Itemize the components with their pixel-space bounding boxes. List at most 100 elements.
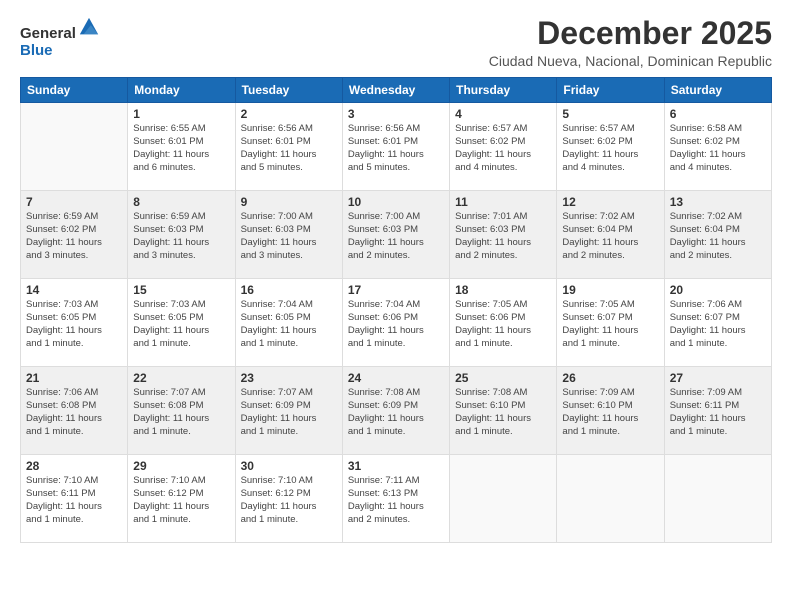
- calendar-day-cell: 28Sunrise: 7:10 AM Sunset: 6:11 PM Dayli…: [21, 455, 128, 543]
- day-info: Sunrise: 7:02 AM Sunset: 6:04 PM Dayligh…: [562, 211, 658, 262]
- calendar-day-cell: 16 Sunrise: 7:04 AM Sunset: 6:05 PM Dayli…: [235, 279, 342, 367]
- page-container: General Blue December 2025 Ciudad Nueva,…: [0, 0, 792, 553]
- day-number: 14: [26, 283, 122, 297]
- day-info: Sunrise: 6:58 AM Sunset: 6:02 PM Dayligh…: [670, 123, 766, 174]
- day-info: Sunrise: 6:57 AM Sunset: 6:02 PM Dayligh…: [455, 123, 551, 174]
- day-number: 25: [455, 371, 551, 385]
- day-number: 16: [241, 283, 337, 297]
- calendar-day-cell: 5 Sunrise: 6:57 AM Sunset: 6:02 PM Daylig…: [557, 103, 664, 191]
- day-info: Sunrise: 7:10 AM Sunset: 6:12 PM Dayligh…: [241, 475, 337, 526]
- day-info: Sunrise: 7:05 AM Sunset: 6:06 PM Dayligh…: [455, 299, 551, 350]
- day-info: Sunrise: 7:11 AM Sunset: 6:13 PM Dayligh…: [348, 475, 444, 526]
- day-number: 31: [348, 459, 444, 473]
- day-info: Sunrise: 6:57 AM Sunset: 6:02 PM Dayligh…: [562, 123, 658, 174]
- day-info: Sunrise: 7:10 AM Sunset: 6:11 PM Dayligh…: [26, 475, 122, 526]
- day-number: 26: [562, 371, 658, 385]
- calendar-header-saturday: Saturday: [664, 78, 771, 103]
- calendar-header-wednesday: Wednesday: [342, 78, 449, 103]
- calendar-header-thursday: Thursday: [450, 78, 557, 103]
- calendar-day-cell: 4 Sunrise: 6:57 AM Sunset: 6:02 PM Daylig…: [450, 103, 557, 191]
- calendar-day-cell: 24 Sunrise: 7:08 AM Sunset: 6:09 PM Dayli…: [342, 367, 449, 455]
- day-info: Sunrise: 6:55 AM Sunset: 6:01 PM Dayligh…: [133, 123, 229, 174]
- title-section: December 2025 Ciudad Nueva, Nacional, Do…: [489, 16, 772, 69]
- day-number: 27: [670, 371, 766, 385]
- day-info: Sunrise: 7:09 AM Sunset: 6:10 PM Dayligh…: [562, 387, 658, 438]
- calendar-day-cell: 31 Sunrise: 7:11 AM Sunset: 6:13 PM Dayli…: [342, 455, 449, 543]
- day-info: Sunrise: 6:59 AM Sunset: 6:03 PM Dayligh…: [133, 211, 229, 262]
- calendar-day-cell: 7 Sunrise: 6:59 AM Sunset: 6:02 PM Daylig…: [21, 191, 128, 279]
- calendar-header-row: SundayMondayTuesdayWednesdayThursdayFrid…: [21, 78, 772, 103]
- calendar-day-cell: 3 Sunrise: 6:56 AM Sunset: 6:01 PM Daylig…: [342, 103, 449, 191]
- calendar-day-cell: 11 Sunrise: 7:01 AM Sunset: 6:03 PM Dayli…: [450, 191, 557, 279]
- day-info: Sunrise: 7:07 AM Sunset: 6:08 PM Dayligh…: [133, 387, 229, 438]
- calendar-day-cell: 21 Sunrise: 7:06 AM Sunset: 6:08 PM Dayli…: [21, 367, 128, 455]
- calendar-week-row: 14 Sunrise: 7:03 AM Sunset: 6:05 PM Dayli…: [21, 279, 772, 367]
- calendar-day-cell: 18 Sunrise: 7:05 AM Sunset: 6:06 PM Dayli…: [450, 279, 557, 367]
- day-number: 3: [348, 107, 444, 121]
- day-info: Sunrise: 7:03 AM Sunset: 6:05 PM Dayligh…: [26, 299, 122, 350]
- day-info: Sunrise: 7:10 AM Sunset: 6:12 PM Dayligh…: [133, 475, 229, 526]
- day-info: Sunrise: 7:08 AM Sunset: 6:09 PM Dayligh…: [348, 387, 444, 438]
- calendar-day-cell: 9Sunrise: 7:00 AM Sunset: 6:03 PM Daylig…: [235, 191, 342, 279]
- header-row: General Blue December 2025 Ciudad Nueva,…: [20, 16, 772, 69]
- logo: General Blue: [20, 16, 100, 59]
- calendar-day-cell: 26 Sunrise: 7:09 AM Sunset: 6:10 PM Dayli…: [557, 367, 664, 455]
- calendar-day-cell: 14 Sunrise: 7:03 AM Sunset: 6:05 PM Dayli…: [21, 279, 128, 367]
- day-info: Sunrise: 7:00 AM Sunset: 6:03 PM Dayligh…: [241, 211, 337, 262]
- day-number: 22: [133, 371, 229, 385]
- day-number: 20: [670, 283, 766, 297]
- calendar-day-cell: 10Sunrise: 7:00 AM Sunset: 6:03 PM Dayli…: [342, 191, 449, 279]
- day-number: 4: [455, 107, 551, 121]
- calendar-table: SundayMondayTuesdayWednesdayThursdayFrid…: [20, 77, 772, 543]
- day-number: 29: [133, 459, 229, 473]
- calendar-week-row: 7 Sunrise: 6:59 AM Sunset: 6:02 PM Daylig…: [21, 191, 772, 279]
- month-title: December 2025: [489, 16, 772, 51]
- day-number: 19: [562, 283, 658, 297]
- calendar-day-cell: 8 Sunrise: 6:59 AM Sunset: 6:03 PM Daylig…: [128, 191, 235, 279]
- calendar-day-cell: 12 Sunrise: 7:02 AM Sunset: 6:04 PM Dayli…: [557, 191, 664, 279]
- calendar-day-cell: 22 Sunrise: 7:07 AM Sunset: 6:08 PM Dayli…: [128, 367, 235, 455]
- day-number: 8: [133, 195, 229, 209]
- day-number: 7: [26, 195, 122, 209]
- calendar-day-cell: 2Sunrise: 6:56 AM Sunset: 6:01 PM Daylig…: [235, 103, 342, 191]
- calendar-day-cell: [21, 103, 128, 191]
- day-number: 18: [455, 283, 551, 297]
- day-info: Sunrise: 7:09 AM Sunset: 6:11 PM Dayligh…: [670, 387, 766, 438]
- day-info: Sunrise: 7:00 AM Sunset: 6:03 PM Dayligh…: [348, 211, 444, 262]
- calendar-day-cell: 17 Sunrise: 7:04 AM Sunset: 6:06 PM Dayli…: [342, 279, 449, 367]
- day-info: Sunrise: 7:04 AM Sunset: 6:06 PM Dayligh…: [348, 299, 444, 350]
- day-info: Sunrise: 7:07 AM Sunset: 6:09 PM Dayligh…: [241, 387, 337, 438]
- calendar-day-cell: 27 Sunrise: 7:09 AM Sunset: 6:11 PM Dayli…: [664, 367, 771, 455]
- logo-icon: [78, 16, 100, 38]
- day-info: Sunrise: 7:02 AM Sunset: 6:04 PM Dayligh…: [670, 211, 766, 262]
- calendar-header-sunday: Sunday: [21, 78, 128, 103]
- calendar-header-friday: Friday: [557, 78, 664, 103]
- calendar-day-cell: [664, 455, 771, 543]
- day-info: Sunrise: 7:06 AM Sunset: 6:07 PM Dayligh…: [670, 299, 766, 350]
- day-info: Sunrise: 6:59 AM Sunset: 6:02 PM Dayligh…: [26, 211, 122, 262]
- calendar-day-cell: 30 Sunrise: 7:10 AM Sunset: 6:12 PM Dayli…: [235, 455, 342, 543]
- day-number: 23: [241, 371, 337, 385]
- day-number: 12: [562, 195, 658, 209]
- day-number: 24: [348, 371, 444, 385]
- location-title: Ciudad Nueva, Nacional, Dominican Republ…: [489, 53, 772, 69]
- calendar-day-cell: 1Sunrise: 6:55 AM Sunset: 6:01 PM Daylig…: [128, 103, 235, 191]
- day-number: 30: [241, 459, 337, 473]
- calendar-day-cell: 20 Sunrise: 7:06 AM Sunset: 6:07 PM Dayli…: [664, 279, 771, 367]
- calendar-day-cell: 23 Sunrise: 7:07 AM Sunset: 6:09 PM Dayli…: [235, 367, 342, 455]
- calendar-header-tuesday: Tuesday: [235, 78, 342, 103]
- day-number: 17: [348, 283, 444, 297]
- day-number: 11: [455, 195, 551, 209]
- day-number: 5: [562, 107, 658, 121]
- day-info: Sunrise: 6:56 AM Sunset: 6:01 PM Dayligh…: [241, 123, 337, 174]
- day-info: Sunrise: 6:56 AM Sunset: 6:01 PM Dayligh…: [348, 123, 444, 174]
- day-number: 21: [26, 371, 122, 385]
- calendar-day-cell: 13Sunrise: 7:02 AM Sunset: 6:04 PM Dayli…: [664, 191, 771, 279]
- day-info: Sunrise: 7:06 AM Sunset: 6:08 PM Dayligh…: [26, 387, 122, 438]
- day-info: Sunrise: 7:04 AM Sunset: 6:05 PM Dayligh…: [241, 299, 337, 350]
- calendar-day-cell: 25Sunrise: 7:08 AM Sunset: 6:10 PM Dayli…: [450, 367, 557, 455]
- calendar-day-cell: 15Sunrise: 7:03 AM Sunset: 6:05 PM Dayli…: [128, 279, 235, 367]
- logo-blue-text: Blue: [20, 42, 53, 59]
- calendar-day-cell: 6Sunrise: 6:58 AM Sunset: 6:02 PM Daylig…: [664, 103, 771, 191]
- day-info: Sunrise: 7:01 AM Sunset: 6:03 PM Dayligh…: [455, 211, 551, 262]
